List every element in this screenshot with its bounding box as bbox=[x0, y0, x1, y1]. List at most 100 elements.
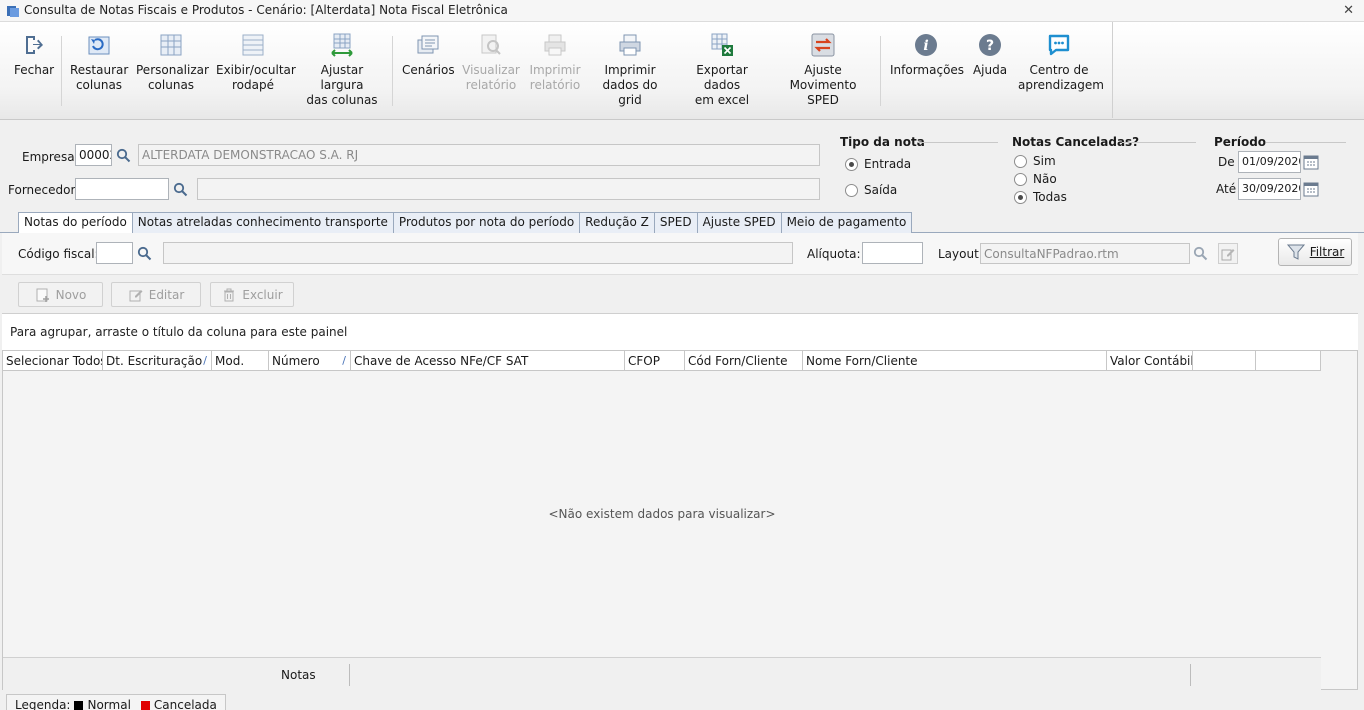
layout-label: Layout: bbox=[938, 247, 983, 261]
footer-toggle-icon bbox=[242, 34, 264, 56]
ribbon-separator bbox=[880, 36, 881, 106]
empresa-label: Empresa: bbox=[22, 150, 79, 164]
legend-title: Legenda: bbox=[15, 698, 71, 710]
codigo-fiscal-search-button[interactable] bbox=[134, 242, 154, 264]
search-icon bbox=[1193, 246, 1207, 261]
periodo-de-input[interactable]: 01/09/2020 bbox=[1238, 151, 1301, 173]
tipo-saida-radio[interactable]: Saída bbox=[845, 183, 897, 197]
cenarios-button[interactable]: Cenários bbox=[402, 32, 455, 78]
restaurar-colunas-button[interactable]: Restaurar colunas bbox=[70, 32, 128, 93]
radio-indicator bbox=[845, 157, 858, 171]
periodo-de-calendar-button[interactable] bbox=[1301, 151, 1321, 173]
column-header[interactable]: CFOP bbox=[625, 351, 685, 371]
footer-divider bbox=[1190, 664, 1191, 686]
close-window-icon[interactable]: ✕ bbox=[1343, 3, 1354, 18]
exibir-ocultar-rodape-button[interactable]: Exibir/ocultar rodapé bbox=[216, 32, 296, 93]
empresa-code-input[interactable]: 00002 bbox=[75, 144, 112, 166]
column-header[interactable]: Cód Forn/Cliente bbox=[685, 351, 803, 371]
imprimir-relatorio-button[interactable]: Imprimir relatório bbox=[528, 32, 582, 93]
codigo-fiscal-input[interactable] bbox=[96, 242, 133, 264]
filtrar-button[interactable]: Filtrar bbox=[1278, 238, 1352, 266]
column-header[interactable]: Mod. bbox=[212, 351, 269, 371]
legend-cancelada-label: Cancelada bbox=[153, 698, 217, 710]
tab-reducao-z[interactable]: Redução Z bbox=[579, 212, 655, 233]
grid-footer: Notas bbox=[3, 657, 1321, 690]
tab-meio-pagamento[interactable]: Meio de pagamento bbox=[780, 212, 913, 233]
radio-label: Sim bbox=[1033, 154, 1056, 168]
novo-button[interactable]: Novo bbox=[18, 282, 103, 307]
layout-search-button[interactable] bbox=[1190, 243, 1210, 264]
radio-indicator bbox=[845, 183, 858, 197]
sort-indicator-icon: / bbox=[203, 354, 207, 367]
legend-normal-swatch bbox=[74, 700, 84, 710]
tab-sped[interactable]: SPED bbox=[653, 212, 698, 233]
fit-columns-icon bbox=[331, 33, 353, 57]
new-document-icon bbox=[36, 288, 49, 302]
fechar-button[interactable]: Fechar bbox=[14, 32, 54, 78]
layout-edit-button[interactable] bbox=[1218, 243, 1238, 264]
tipo-entrada-radio[interactable]: Entrada bbox=[845, 157, 911, 171]
fornecedor-label: Fornecedor: bbox=[8, 183, 80, 197]
fornecedor-search-button[interactable] bbox=[170, 178, 190, 200]
ribbon-separator bbox=[61, 36, 62, 106]
aliquota-input[interactable] bbox=[862, 242, 923, 264]
periodo-ate-input[interactable]: 30/09/2020 bbox=[1238, 178, 1301, 200]
ajustar-largura-button[interactable]: Ajustar largura das colunas bbox=[300, 32, 384, 108]
column-header[interactable]: Nome Forn/Cliente bbox=[803, 351, 1107, 371]
editar-button[interactable]: Editar bbox=[111, 282, 201, 307]
tab-notas-atreladas[interactable]: Notas atreladas conhecimento transporte bbox=[131, 212, 394, 233]
group-by-hint: Para agrupar, arraste o título da coluna… bbox=[10, 325, 348, 339]
canceladas-todas-radio[interactable]: Todas bbox=[1014, 190, 1067, 204]
canceladas-nao-radio[interactable]: Não bbox=[1014, 172, 1057, 186]
search-icon bbox=[116, 148, 130, 162]
canceladas-sim-radio[interactable]: Sim bbox=[1014, 154, 1056, 168]
column-header[interactable] bbox=[1256, 351, 1321, 371]
informacoes-button[interactable]: i Informações bbox=[890, 32, 964, 78]
group-by-panel[interactable]: Para agrupar, arraste o título da coluna… bbox=[2, 313, 1358, 350]
radio-label: Não bbox=[1033, 172, 1057, 186]
tab-notas-periodo[interactable]: Notas do período bbox=[18, 212, 133, 234]
ajuda-button[interactable]: ? Ajuda bbox=[970, 32, 1010, 78]
tab-produtos-nota[interactable]: Produtos por nota do período bbox=[392, 212, 581, 233]
notas-canceladas-title: Notas Canceladas? bbox=[1012, 135, 1140, 149]
legend-cancelada-swatch bbox=[140, 700, 150, 710]
calendar-icon bbox=[1303, 155, 1319, 170]
group-divider bbox=[1122, 142, 1196, 143]
imprimir-dados-grid-button[interactable]: Imprimir dados do grid bbox=[592, 32, 668, 108]
excluir-button[interactable]: Excluir bbox=[210, 282, 294, 307]
ajuste-movimento-sped-button[interactable]: Ajuste Movimento SPED bbox=[774, 32, 872, 108]
funnel-icon bbox=[1286, 244, 1305, 260]
sped-adjust-icon bbox=[811, 33, 835, 57]
fornecedor-code-input[interactable] bbox=[75, 178, 169, 200]
tipo-nota-title: Tipo da nota bbox=[840, 135, 925, 149]
group-divider bbox=[918, 142, 998, 143]
filtrar-label: Filtrar bbox=[1309, 245, 1345, 259]
exportar-excel-button[interactable]: Exportar dados em excel bbox=[680, 32, 764, 108]
tab-ajuste-sped[interactable]: Ajuste SPED bbox=[696, 212, 782, 233]
legend-normal-label: Normal bbox=[87, 698, 131, 710]
periodo-ate-calendar-button[interactable] bbox=[1301, 178, 1321, 200]
novo-label: Novo bbox=[55, 287, 87, 302]
sort-indicator-icon: / bbox=[342, 354, 346, 367]
excel-export-icon bbox=[711, 33, 733, 56]
radio-indicator bbox=[1014, 154, 1027, 168]
column-header[interactable]: Dt. Escrituração / bbox=[103, 351, 212, 371]
column-header[interactable]: Selecionar Todos bbox=[3, 351, 103, 371]
trash-icon bbox=[224, 288, 235, 301]
centro-aprendizagem-button[interactable]: Centro de aprendizagem bbox=[1018, 32, 1104, 93]
visualizar-relatorio-button[interactable]: Visualizar relatório bbox=[462, 32, 520, 93]
preview-report-icon bbox=[481, 34, 501, 55]
customize-columns-icon bbox=[160, 34, 182, 56]
data-grid[interactable]: Selecionar Todos Dt. Escrituração / Mod. … bbox=[2, 350, 1358, 690]
column-header[interactable] bbox=[1193, 351, 1256, 371]
column-header[interactable]: Chave de Acesso NFe/CF SAT bbox=[351, 351, 625, 371]
radio-label: Todas bbox=[1033, 190, 1067, 204]
editar-label: Editar bbox=[148, 287, 185, 302]
radio-label: Entrada bbox=[864, 157, 912, 171]
ribbon-separator bbox=[392, 36, 393, 106]
personalizar-colunas-button[interactable]: Personalizar colunas bbox=[136, 32, 209, 93]
column-header[interactable]: Número / bbox=[269, 351, 351, 371]
empresa-search-button[interactable] bbox=[113, 144, 133, 166]
excluir-label: Excluir bbox=[242, 287, 283, 302]
column-header[interactable]: Valor Contábil bbox=[1107, 351, 1193, 371]
